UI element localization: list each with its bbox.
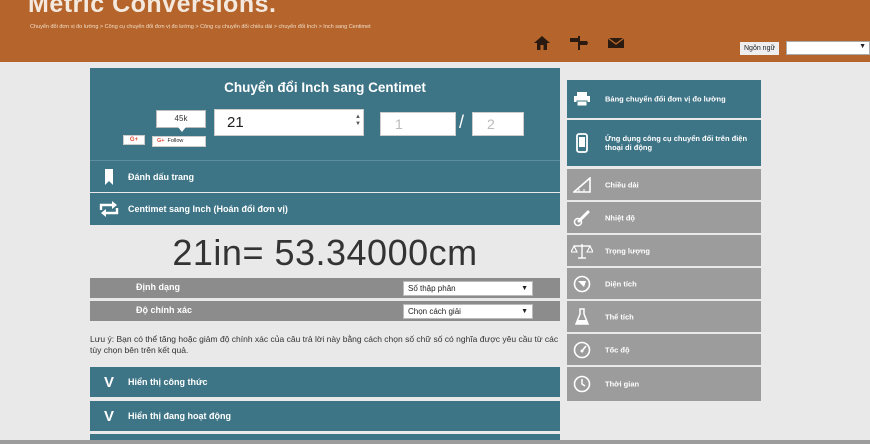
sidebar-item-label: Tốc độ xyxy=(605,345,630,354)
sidebar-item-speed[interactable]: Tốc độ xyxy=(567,334,761,365)
format-row: Định dạng Số thập phân ▼ xyxy=(90,278,560,298)
converter-box: Chuyển đổi Inch sang Centimet 45k G+ G+ F… xyxy=(90,68,560,160)
area-icon xyxy=(567,268,597,299)
chevron-down-icon: ▼ xyxy=(859,43,866,50)
ruler-icon xyxy=(567,169,597,200)
breadcrumb[interactable]: Chuyển đổi đơn vị đo lường > Công cụ chu… xyxy=(30,24,371,30)
sidebar-item-temperature[interactable]: Nhiệt độ xyxy=(567,202,761,233)
speedometer-icon xyxy=(567,334,597,365)
inch-value-input[interactable]: 21 ▲ ▼ xyxy=(214,109,364,136)
show-working-bar[interactable]: V Hiển thị đang hoạt động xyxy=(90,401,560,431)
printer-icon xyxy=(567,80,597,118)
fraction-numerator-input[interactable]: 1 xyxy=(380,112,456,136)
page-bottom-divider xyxy=(0,440,870,444)
chevron-down-icon: ▼ xyxy=(521,285,528,292)
precision-label: Độ chính xác xyxy=(136,305,193,315)
sidebar-item-label: Ứng dụng công cụ chuyển đổi trên điện th… xyxy=(605,134,748,152)
gplus-button[interactable]: G+ xyxy=(123,135,145,145)
show-working-label: Hiển thị đang hoạt động xyxy=(128,411,231,421)
swap-units-bar[interactable]: Centimet sang Inch (Hoán đổi đơn vị) xyxy=(90,193,560,225)
sidebar-item-time[interactable]: Thời gian xyxy=(567,367,761,401)
scale-icon xyxy=(567,235,597,266)
chevron-down-icon: ▼ xyxy=(521,308,528,315)
site-header: Metric Conversions. Chuyển đổi đơn vị đo… xyxy=(0,0,870,62)
sidebar-item-conversion-tables[interactable]: Bảng chuyển đổi đơn vị đo lường xyxy=(567,80,761,118)
signpost-icon[interactable] xyxy=(570,36,588,50)
sidebar-item-label: Thể tích xyxy=(605,312,634,321)
fraction-denominator-input[interactable]: 2 xyxy=(472,112,524,136)
expand-v-icon: V xyxy=(103,373,114,391)
clock-icon xyxy=(567,367,597,401)
sidebar-item-label: Thời gian xyxy=(605,379,640,389)
show-formula-label: Hiển thị công thức xyxy=(128,377,208,387)
home-icon[interactable] xyxy=(534,36,550,50)
expand-v-icon: V xyxy=(103,407,114,425)
flask-icon xyxy=(567,301,597,332)
converter-title: Chuyển đổi Inch sang Centimet xyxy=(224,80,426,95)
precision-row: Độ chính xác Chọn cách giải ▼ xyxy=(90,301,560,321)
follow-label: Follow xyxy=(167,138,184,144)
sidebar-item-length[interactable]: Chiều dài xyxy=(567,169,761,200)
precision-select[interactable]: Chọn cách giải ▼ xyxy=(403,304,533,319)
main-panel: Chuyển đổi Inch sang Centimet 45k G+ G+ F… xyxy=(90,68,560,444)
phone-icon xyxy=(567,120,597,166)
precision-value: Chọn cách giải xyxy=(408,307,461,316)
sidebar-item-label: Chiều dài xyxy=(605,180,639,189)
bookmark-label: Đánh dấu trang xyxy=(128,171,195,182)
sidebar-item-label: Trọng lượng xyxy=(605,246,650,255)
format-select[interactable]: Số thập phân ▼ xyxy=(403,281,533,296)
inch-value: 21 xyxy=(227,114,244,131)
language-select[interactable]: ▼ xyxy=(786,41,870,55)
swap-label: Centimet sang Inch (Hoán đổi đơn vị) xyxy=(128,204,288,214)
sidebar-item-weight[interactable]: Trọng lượng xyxy=(567,235,761,266)
sidebar-item-label: Nhiệt độ xyxy=(605,213,635,222)
sidebar-item-area[interactable]: Diện tích xyxy=(567,268,761,299)
sidebar-item-volume[interactable]: Thể tích xyxy=(567,301,761,332)
sidebar-item-label: Bảng chuyển đổi đơn vị đo lường xyxy=(605,94,726,104)
gplus-icon: G+ xyxy=(157,138,165,144)
show-formula-bar[interactable]: V Hiển thị công thức xyxy=(90,367,560,397)
format-value: Số thập phân xyxy=(408,284,456,293)
sidebar-item-label: Diện tích xyxy=(605,279,637,288)
bookmark-icon xyxy=(98,161,120,192)
language-label: Ngôn ngữ xyxy=(740,42,780,55)
header-icons xyxy=(534,36,624,50)
format-label: Định dạng xyxy=(136,282,180,292)
mail-icon[interactable] xyxy=(608,37,624,49)
swap-icon xyxy=(98,193,120,225)
site-title[interactable]: Metric Conversions. xyxy=(28,0,276,19)
thermometer-icon xyxy=(567,202,597,233)
conversion-result: 21in= 53.34000cm xyxy=(172,232,478,273)
bookmark-bar[interactable]: Đánh dấu trang xyxy=(90,160,560,192)
sidebar-item-mobile-app[interactable]: Ứng dụng công cụ chuyển đổi trên điện th… xyxy=(567,120,761,166)
follow-button[interactable]: G+ Follow xyxy=(152,136,206,147)
precision-note: Lưu ý: Bạn có thể tăng hoặc giảm độ chín… xyxy=(90,334,559,355)
social-count: 45k xyxy=(156,110,206,132)
spinner-arrows-icon[interactable]: ▲ ▼ xyxy=(355,114,361,128)
fraction-slash: / xyxy=(459,112,465,132)
